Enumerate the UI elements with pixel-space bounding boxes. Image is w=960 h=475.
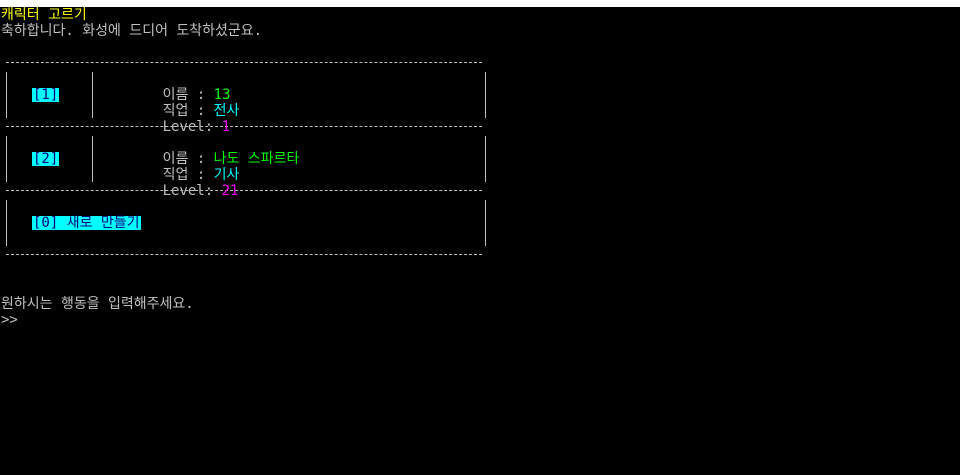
box-left-border-1: [6, 72, 7, 118]
command-input-line[interactable]: >>: [1, 312, 18, 328]
box-bottom-border: [6, 254, 482, 255]
box-left-border-2: [6, 136, 7, 182]
intro-message: 축하합니다. 화성에 드디어 도착하셨군요.: [1, 23, 263, 39]
column-separator-2: [92, 136, 93, 182]
box-right-border-2: [485, 136, 486, 182]
character-1-job-row: 직업 : 전사: [112, 87, 240, 119]
character-slot-button-1[interactable]: [1]: [32, 88, 60, 102]
level-label: Level: [162, 183, 205, 199]
character-1-level: 1: [221, 119, 231, 135]
character-2-job-row: 직업 : 기사: [112, 151, 240, 183]
level-label: Level: [162, 119, 205, 135]
screen-title: 캐릭터 고르기: [1, 7, 87, 23]
character-2-level-row: Level: 21: [112, 167, 239, 199]
separator: :: [204, 119, 222, 135]
character-1-name-row: 이름 : 13: [112, 71, 231, 103]
column-separator-1: [92, 72, 93, 118]
character-2-name-row: 이름 : 나도 스파르타: [112, 135, 300, 167]
separator: :: [204, 183, 222, 199]
box-left-border-3: [6, 200, 7, 246]
window-top-edge: [0, 0, 960, 7]
action-prompt: 원하시는 행동을 입력해주세요.: [1, 296, 194, 312]
box-right-border-3: [485, 200, 486, 246]
box-right-border-1: [485, 72, 486, 118]
character-2-level: 21: [221, 183, 239, 199]
new-character-button[interactable]: [0] 새로 만들기: [32, 216, 141, 230]
box-top-border: [6, 62, 482, 63]
box-divider-2: [6, 190, 482, 191]
character-slot-button-2[interactable]: [2]: [32, 152, 60, 166]
input-marker: >>: [1, 312, 18, 328]
character-1-level-row: Level: 1: [112, 103, 230, 135]
box-divider-1: [6, 126, 482, 127]
